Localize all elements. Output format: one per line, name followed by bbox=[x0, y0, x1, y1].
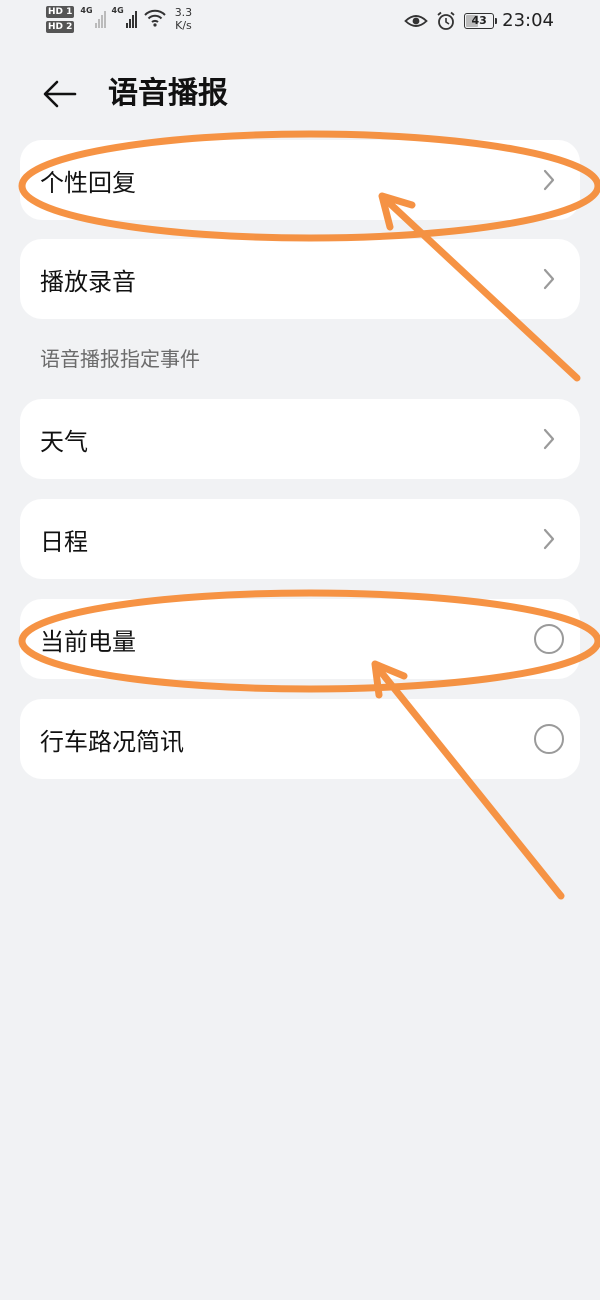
chevron-right-icon bbox=[540, 267, 558, 291]
battery-icon: 43 bbox=[464, 12, 498, 29]
chevron-right-icon bbox=[540, 527, 558, 551]
back-button[interactable] bbox=[40, 76, 80, 112]
page-title: 语音播报 bbox=[108, 76, 228, 111]
status-bar-left: HD 1 HD 2 4G 4G 3.3 K/s bbox=[46, 6, 192, 33]
chevron-right-icon bbox=[540, 168, 558, 192]
status-bar-right: 43 23:04 bbox=[404, 10, 554, 31]
app-header: 语音播报 bbox=[0, 66, 600, 122]
item-battery-level[interactable]: 当前电量 bbox=[20, 599, 580, 679]
network-type-2: 4G bbox=[111, 6, 124, 15]
item-label: 个性回复 bbox=[40, 168, 136, 197]
eye-icon bbox=[404, 14, 428, 27]
signal-sim2-icon: 4G bbox=[112, 6, 137, 28]
wifi-icon bbox=[143, 9, 166, 27]
network-speed: 3.3 K/s bbox=[175, 6, 193, 32]
arrow-left-icon bbox=[43, 80, 77, 108]
battery-level: 43 bbox=[471, 14, 487, 27]
hd2-badge: HD 2 bbox=[46, 21, 75, 33]
item-label: 播放录音 bbox=[40, 267, 136, 296]
status-bar: HD 1 HD 2 4G 4G 3.3 K/s 43 23:04 bbox=[0, 0, 600, 46]
item-schedule[interactable]: 日程 bbox=[20, 499, 580, 579]
hd-indicators: HD 1 HD 2 bbox=[46, 6, 75, 33]
item-play-recording[interactable]: 播放录音 bbox=[20, 239, 580, 319]
item-personal-reply[interactable]: 个性回复 bbox=[20, 140, 580, 220]
item-label: 日程 bbox=[40, 527, 88, 556]
chevron-right-icon bbox=[540, 427, 558, 451]
clock: 23:04 bbox=[502, 10, 554, 31]
network-speed-unit: K/s bbox=[175, 19, 192, 32]
item-label: 天气 bbox=[40, 427, 88, 456]
item-label: 行车路况简讯 bbox=[40, 727, 184, 756]
alarm-icon bbox=[437, 11, 455, 30]
section-header-events: 语音播报指定事件 bbox=[40, 347, 200, 371]
item-traffic-brief[interactable]: 行车路况简讯 bbox=[20, 699, 580, 779]
radio-unchecked-icon[interactable] bbox=[534, 724, 564, 754]
network-speed-value: 3.3 bbox=[174, 6, 193, 19]
radio-unchecked-icon[interactable] bbox=[534, 624, 564, 654]
hd1-badge: HD 1 bbox=[46, 6, 75, 18]
item-weather[interactable]: 天气 bbox=[20, 399, 580, 479]
network-type-1: 4G bbox=[80, 6, 93, 15]
signal-sim1-icon: 4G bbox=[80, 6, 106, 28]
item-label: 当前电量 bbox=[40, 627, 136, 656]
